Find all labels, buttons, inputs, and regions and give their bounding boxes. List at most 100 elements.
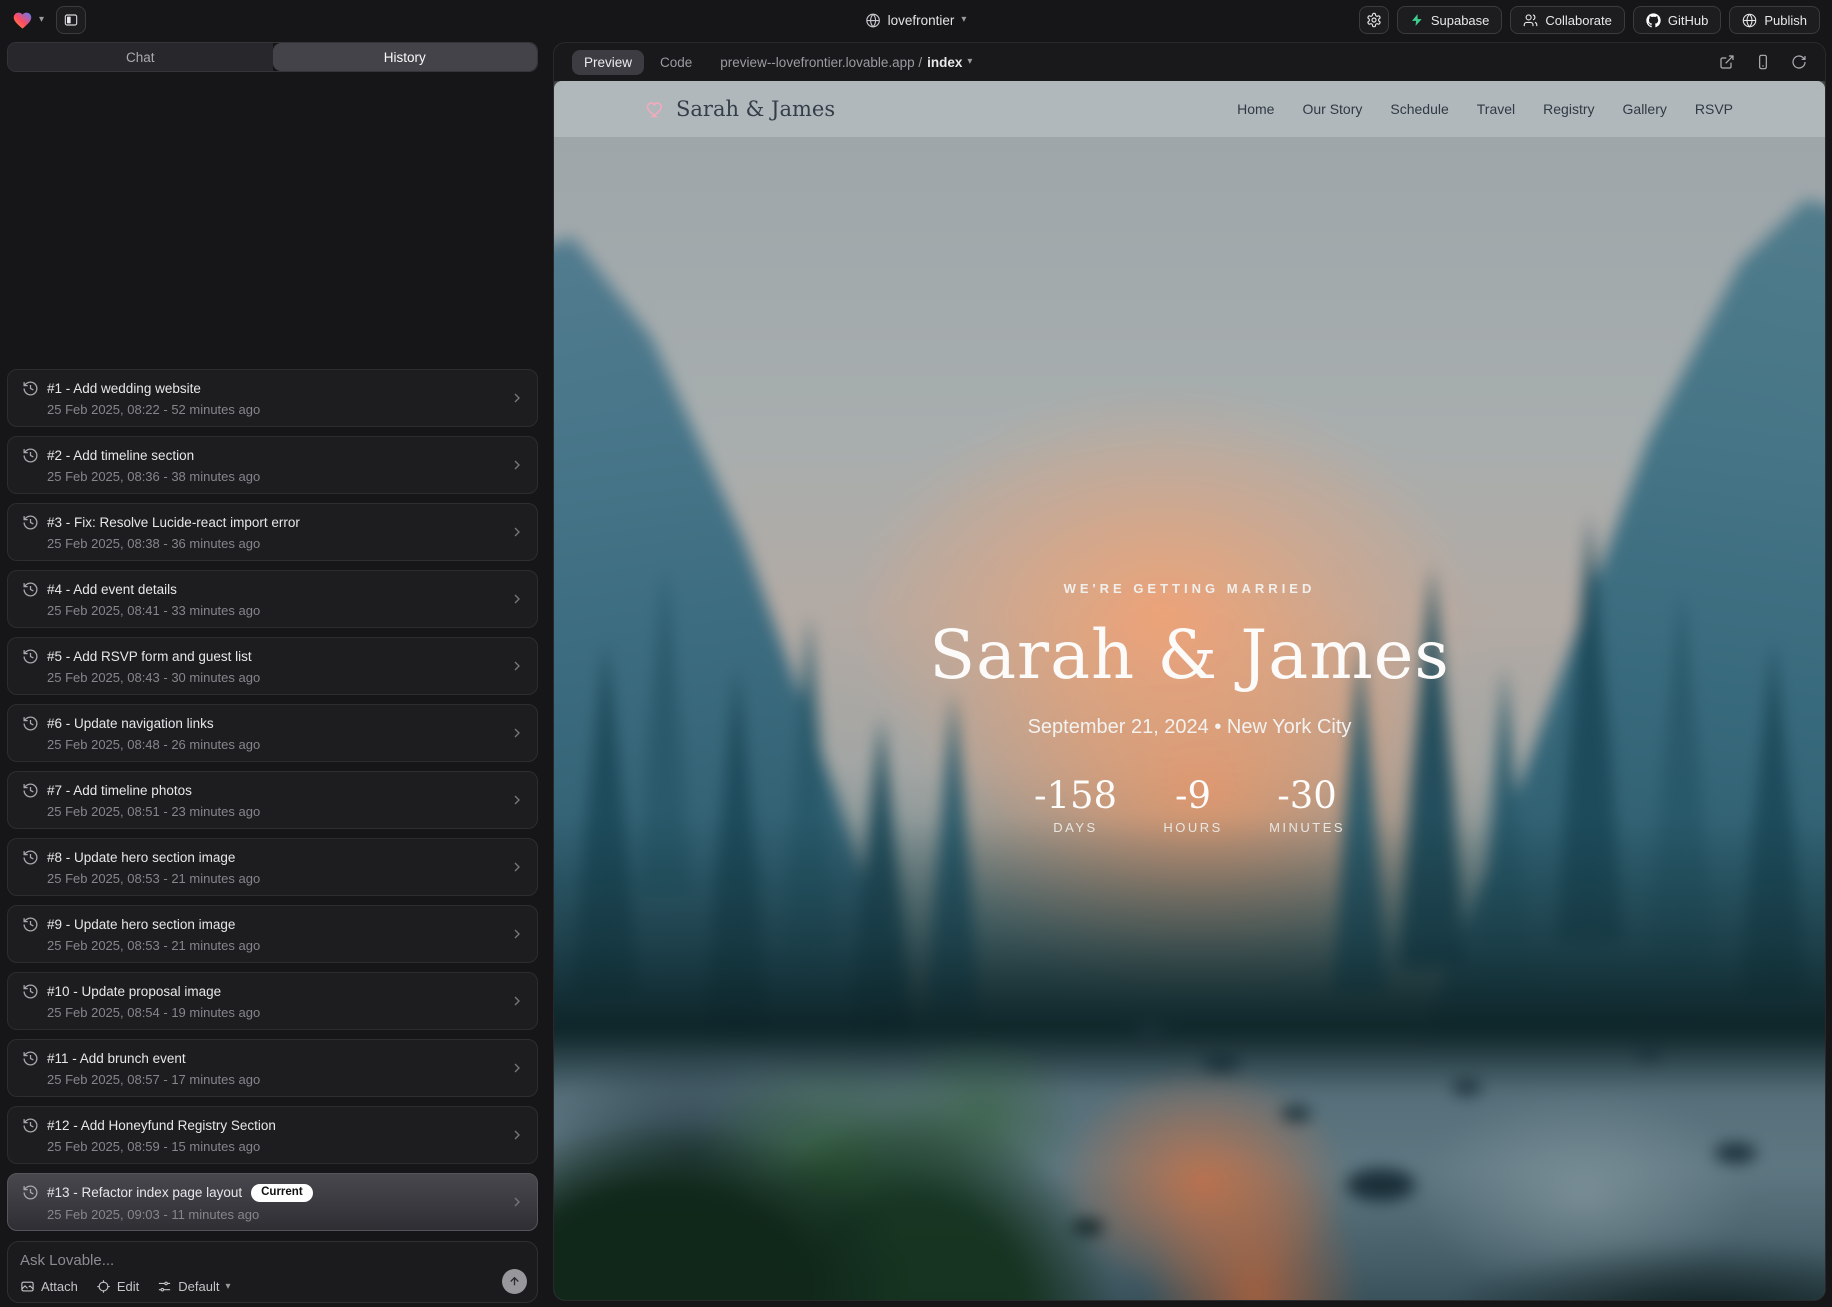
tab-chat[interactable]: Chat: [8, 43, 273, 71]
hero-eyebrow: WE'RE GETTING MARRIED: [554, 581, 1825, 596]
preview-url[interactable]: preview--lovefrontier.lovable.app / inde…: [720, 55, 972, 70]
supabase-button[interactable]: Supabase: [1397, 6, 1503, 34]
history-item[interactable]: #11 - Add brunch event 25 Feb 2025, 08:5…: [7, 1039, 538, 1097]
history-item[interactable]: #13 - Refactor index page layout Current…: [7, 1173, 538, 1231]
tab-history[interactable]: History: [273, 43, 538, 71]
refresh-icon[interactable]: [1791, 54, 1807, 70]
chevron-right-icon[interactable]: [509, 859, 525, 875]
chevron-right-icon[interactable]: [509, 926, 525, 942]
history-item-meta: 25 Feb 2025, 08:57 - 17 minutes ago: [47, 1072, 523, 1087]
history-item-title: #4 - Add event details: [47, 582, 177, 597]
tab-code[interactable]: Code: [660, 55, 692, 70]
chat-input[interactable]: Ask Lovable...: [20, 1252, 525, 1269]
preview-toolbar: Preview Code preview--lovefrontier.lovab…: [554, 43, 1825, 81]
history-item-title: #1 - Add wedding website: [47, 381, 201, 396]
chevron-right-icon[interactable]: [509, 524, 525, 540]
site-nav-link[interactable]: RSVP: [1695, 101, 1733, 117]
countdown-unit: -9 HOURS: [1157, 777, 1229, 835]
history-item[interactable]: #5 - Add RSVP form and guest list 25 Feb…: [7, 637, 538, 695]
history-item[interactable]: #10 - Update proposal image 25 Feb 2025,…: [7, 972, 538, 1030]
history-item-meta: 25 Feb 2025, 08:53 - 21 minutes ago: [47, 938, 523, 953]
history-item-title: #7 - Add timeline photos: [47, 783, 192, 798]
history-item-title-row: #8 - Update hero section image: [47, 850, 235, 865]
history-item-title-row: #13 - Refactor index page layout Current: [47, 1184, 313, 1202]
countdown-unit: -30 MINUTES: [1269, 777, 1345, 835]
edit-button[interactable]: Edit: [96, 1279, 139, 1294]
chevron-right-icon[interactable]: [509, 390, 525, 406]
open-external-icon[interactable]: [1719, 54, 1735, 70]
mode-select[interactable]: Default ▾: [157, 1279, 230, 1294]
history-item-title-row: #9 - Update hero section image: [47, 917, 235, 932]
countdown-label: DAYS: [1034, 820, 1117, 835]
chevron-right-icon[interactable]: [509, 792, 525, 808]
site-nav-link[interactable]: Gallery: [1623, 101, 1667, 117]
composer[interactable]: Ask Lovable... Attach Edit: [7, 1241, 538, 1303]
chevron-right-icon[interactable]: [509, 725, 525, 741]
send-button[interactable]: [502, 1269, 527, 1294]
history-item-title-row: #1 - Add wedding website: [47, 381, 201, 396]
history-item[interactable]: #3 - Fix: Resolve Lucide-react import er…: [7, 503, 538, 561]
history-item[interactable]: #7 - Add timeline photos 25 Feb 2025, 08…: [7, 771, 538, 829]
chevron-right-icon[interactable]: [509, 1194, 525, 1210]
history-icon: [22, 581, 39, 598]
logo-chevron-down-icon[interactable]: ▾: [39, 15, 44, 25]
gear-icon: [1366, 12, 1382, 28]
chat-sidebar: Chat History #1 - Add wedding website 25…: [0, 40, 545, 1307]
site-nav-link[interactable]: Travel: [1477, 101, 1515, 117]
publish-globe-icon: [1742, 13, 1757, 28]
settings-button[interactable]: [1359, 6, 1389, 34]
history-item[interactable]: #2 - Add timeline section 25 Feb 2025, 0…: [7, 436, 538, 494]
site-logo[interactable]: Sarah & James: [646, 97, 835, 121]
chevron-right-icon[interactable]: [509, 591, 525, 607]
url-page: index: [927, 55, 962, 70]
history-item[interactable]: #6 - Update navigation links 25 Feb 2025…: [7, 704, 538, 762]
collaborate-button[interactable]: Collaborate: [1510, 6, 1625, 34]
history-item-title: #3 - Fix: Resolve Lucide-react import er…: [47, 515, 300, 530]
site-nav-link[interactable]: Registry: [1543, 101, 1594, 117]
history-item[interactable]: #4 - Add event details 25 Feb 2025, 08:4…: [7, 570, 538, 628]
chevron-right-icon[interactable]: [509, 1127, 525, 1143]
history-item[interactable]: #9 - Update hero section image 25 Feb 20…: [7, 905, 538, 963]
countdown: -158 DAYS -9 HOURS -30 MINUTES: [554, 777, 1825, 835]
history-item[interactable]: #12 - Add Honeyfund Registry Section 25 …: [7, 1106, 538, 1164]
chevron-right-icon[interactable]: [509, 1060, 525, 1076]
github-icon: [1646, 13, 1661, 28]
history-item-title-row: #6 - Update navigation links: [47, 716, 214, 731]
site-nav: Home Our Story Schedule Travel Registry Galle…: [1237, 101, 1733, 117]
site-nav-link[interactable]: Our Story: [1302, 101, 1362, 117]
history-icon: [22, 1050, 39, 1067]
history-list: #1 - Add wedding website 25 Feb 2025, 08…: [7, 369, 538, 1231]
tab-preview[interactable]: Preview: [572, 50, 644, 75]
lovable-logo-heart-icon[interactable]: [12, 10, 33, 31]
history-item-title: #8 - Update hero section image: [47, 850, 235, 865]
history-item-meta: 25 Feb 2025, 09:03 - 11 minutes ago: [47, 1207, 523, 1222]
history-icon: [22, 983, 39, 1000]
history-item-title-row: #7 - Add timeline photos: [47, 783, 192, 798]
history-item-meta: 25 Feb 2025, 08:41 - 33 minutes ago: [47, 603, 523, 618]
history-item[interactable]: #1 - Add wedding website 25 Feb 2025, 08…: [7, 369, 538, 427]
preview-panel: Preview Code preview--lovefrontier.lovab…: [553, 42, 1826, 1301]
project-switcher[interactable]: lovefrontier ▾: [866, 0, 967, 40]
history-item-title: #13 - Refactor index page layout: [47, 1185, 242, 1200]
sidebar-toggle-button[interactable]: [56, 6, 86, 34]
github-button[interactable]: GitHub: [1633, 6, 1721, 34]
attach-button[interactable]: Attach: [20, 1279, 78, 1294]
chevron-right-icon[interactable]: [509, 993, 525, 1009]
publish-button[interactable]: Publish: [1729, 6, 1820, 34]
history-icon: [22, 447, 39, 464]
history-icon: [22, 1117, 39, 1134]
site-nav-link[interactable]: Schedule: [1390, 101, 1448, 117]
sidebar-tabbar: Chat History: [7, 42, 538, 72]
chevron-right-icon[interactable]: [509, 658, 525, 674]
url-chevron-down-icon: ▾: [967, 57, 972, 67]
site-nav-link[interactable]: Home: [1237, 101, 1274, 117]
history-icon: [22, 782, 39, 799]
history-item[interactable]: #8 - Update hero section image 25 Feb 20…: [7, 838, 538, 896]
chevron-right-icon[interactable]: [509, 457, 525, 473]
users-icon: [1523, 13, 1538, 28]
mode-chevron-down-icon: ▾: [225, 1282, 230, 1292]
history-item-title: #6 - Update navigation links: [47, 716, 214, 731]
project-chevron-down-icon: ▾: [961, 15, 966, 25]
history-item-title: #12 - Add Honeyfund Registry Section: [47, 1118, 276, 1133]
mobile-view-icon[interactable]: [1755, 54, 1771, 70]
